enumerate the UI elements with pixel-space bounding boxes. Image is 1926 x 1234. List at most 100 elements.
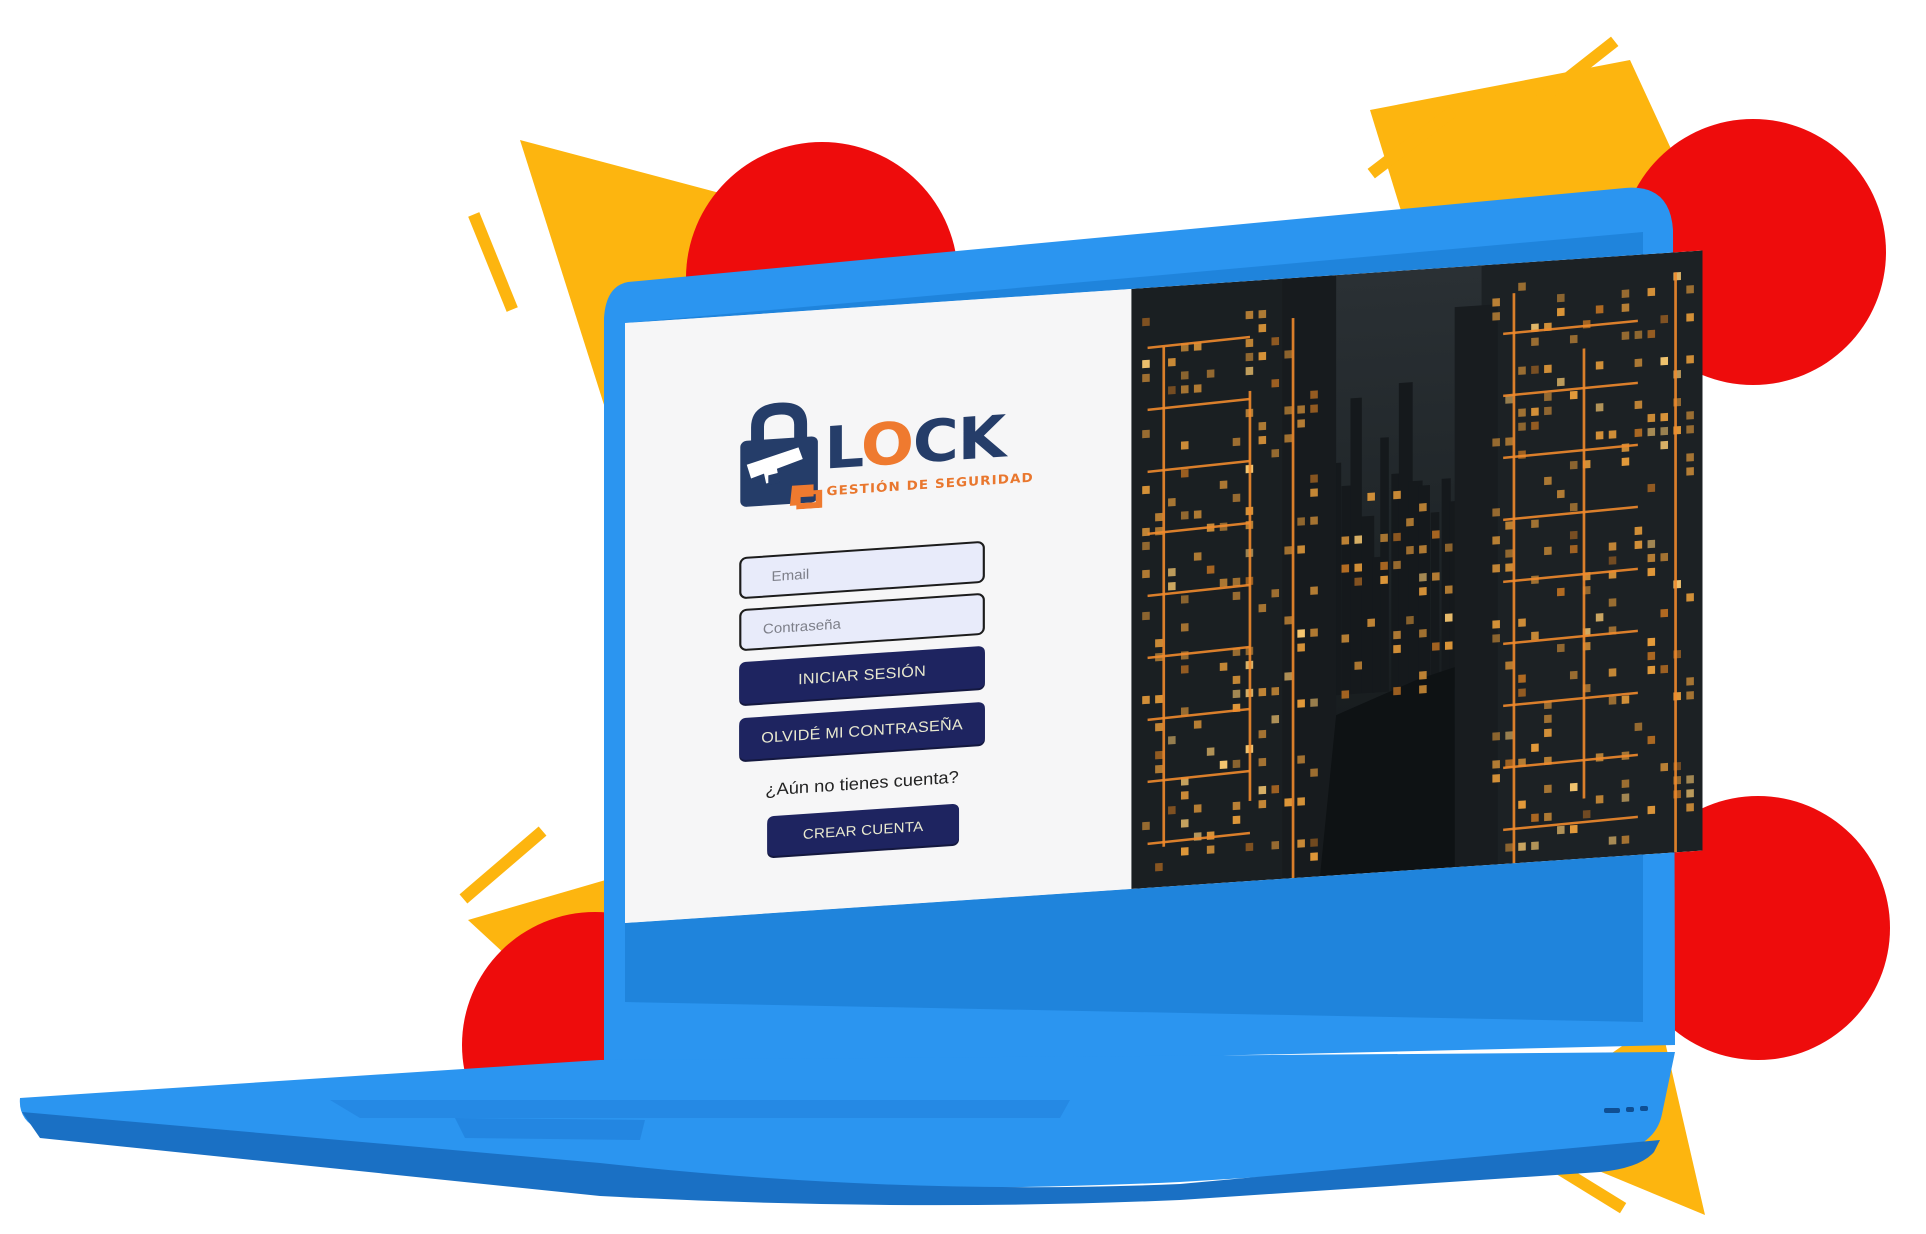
lit-window	[1219, 578, 1228, 587]
lit-window	[1406, 615, 1414, 625]
lit-window	[1419, 629, 1427, 638]
lit-window	[1367, 618, 1375, 628]
lit-window	[1271, 686, 1280, 696]
lit-window	[1492, 312, 1500, 321]
laptop-keyboard-area	[330, 1100, 1070, 1118]
lit-window	[1544, 392, 1552, 402]
lit-window	[1492, 760, 1500, 769]
lit-window	[1608, 598, 1617, 607]
lit-window	[1492, 732, 1500, 741]
lit-window	[1297, 755, 1305, 764]
lit-window	[1432, 642, 1440, 651]
lit-window	[1531, 813, 1539, 823]
lit-window	[1180, 385, 1189, 394]
lit-window	[1582, 810, 1591, 819]
lit-window	[1271, 840, 1280, 850]
lit-window	[1686, 803, 1694, 812]
lit-window	[1393, 644, 1401, 654]
lit-window	[1686, 425, 1694, 434]
lit-window	[1634, 540, 1643, 550]
lit-window	[1142, 359, 1150, 369]
lit-window	[1341, 690, 1350, 699]
lit-window	[1142, 429, 1150, 439]
lit-window	[1686, 593, 1694, 602]
lit-window	[1297, 545, 1305, 554]
lit-window	[1608, 836, 1617, 845]
lit-window	[1168, 385, 1176, 395]
lit-window	[1393, 560, 1401, 570]
lit-window	[1341, 564, 1350, 573]
lit-window	[1219, 760, 1228, 769]
lit-window	[1518, 282, 1526, 291]
lit-window	[1142, 541, 1150, 551]
lit-window	[1444, 585, 1453, 594]
lit-window	[1155, 764, 1163, 774]
lit-window	[1271, 448, 1280, 458]
lit-window	[1168, 357, 1176, 367]
lit-window	[1354, 535, 1363, 544]
night-city-photo	[1131, 250, 1703, 889]
lit-window	[1142, 821, 1150, 831]
lit-window	[1380, 561, 1388, 571]
lit-window	[1142, 695, 1150, 705]
lit-window	[1557, 377, 1565, 387]
lit-window	[1492, 564, 1500, 573]
lit-window	[1621, 331, 1630, 340]
lit-window	[1647, 287, 1656, 297]
create-account-button[interactable]: CREAR CUENTA	[767, 803, 960, 857]
lit-window	[1168, 497, 1176, 507]
lit-window	[1193, 720, 1202, 729]
lit-window	[1544, 364, 1552, 374]
lit-window	[1180, 371, 1189, 380]
lit-window	[1180, 469, 1189, 478]
lit-window	[1660, 412, 1669, 422]
lit-window	[1432, 530, 1440, 539]
lit-window	[1393, 532, 1401, 542]
lit-window	[1608, 556, 1617, 565]
lit-window	[1686, 467, 1694, 476]
lit-window	[1271, 336, 1280, 346]
lit-window	[1419, 573, 1427, 582]
lit-window	[1310, 474, 1318, 483]
lit-window	[1310, 516, 1318, 525]
lit-window	[1505, 549, 1513, 558]
lit-window	[1544, 476, 1552, 486]
email-field[interactable]: Email	[739, 540, 985, 600]
lit-window	[1686, 691, 1694, 700]
lit-window	[1569, 460, 1578, 470]
lit-window	[1518, 366, 1526, 375]
lit-window	[1297, 699, 1305, 708]
lit-window	[1647, 553, 1656, 563]
lit-window	[1660, 664, 1669, 674]
lit-window	[1245, 366, 1254, 376]
forgot-password-button[interactable]: OLVIDÉ MI CONTRASEÑA	[739, 701, 985, 761]
lit-window	[1419, 587, 1427, 596]
lit-window	[1647, 427, 1656, 437]
lit-window	[1531, 743, 1539, 753]
lit-window	[1310, 698, 1318, 707]
password-field[interactable]: Contraseña	[739, 592, 985, 652]
lit-window	[1444, 543, 1453, 552]
lit-window	[1419, 685, 1427, 694]
lit-window	[1142, 485, 1150, 495]
lit-window	[1258, 309, 1267, 319]
lit-window	[1686, 453, 1694, 462]
lit-window	[1258, 757, 1267, 767]
lit-window	[1393, 630, 1401, 640]
lit-window	[1686, 285, 1694, 294]
lit-window	[1531, 519, 1539, 529]
lit-window	[1647, 665, 1656, 675]
lit-window	[1569, 782, 1578, 792]
lit-window	[1621, 835, 1630, 844]
lit-window	[1271, 588, 1280, 598]
lit-window	[1258, 729, 1267, 739]
lit-window	[1310, 628, 1318, 637]
lit-window	[1232, 591, 1241, 601]
login-button[interactable]: INICIAR SESIÓN	[739, 645, 985, 705]
lit-window	[1621, 779, 1630, 788]
lit-window	[1155, 512, 1163, 522]
lit-window	[1608, 430, 1617, 439]
lit-window	[1232, 689, 1241, 699]
lit-window	[1531, 407, 1539, 417]
lit-window	[1219, 662, 1228, 671]
